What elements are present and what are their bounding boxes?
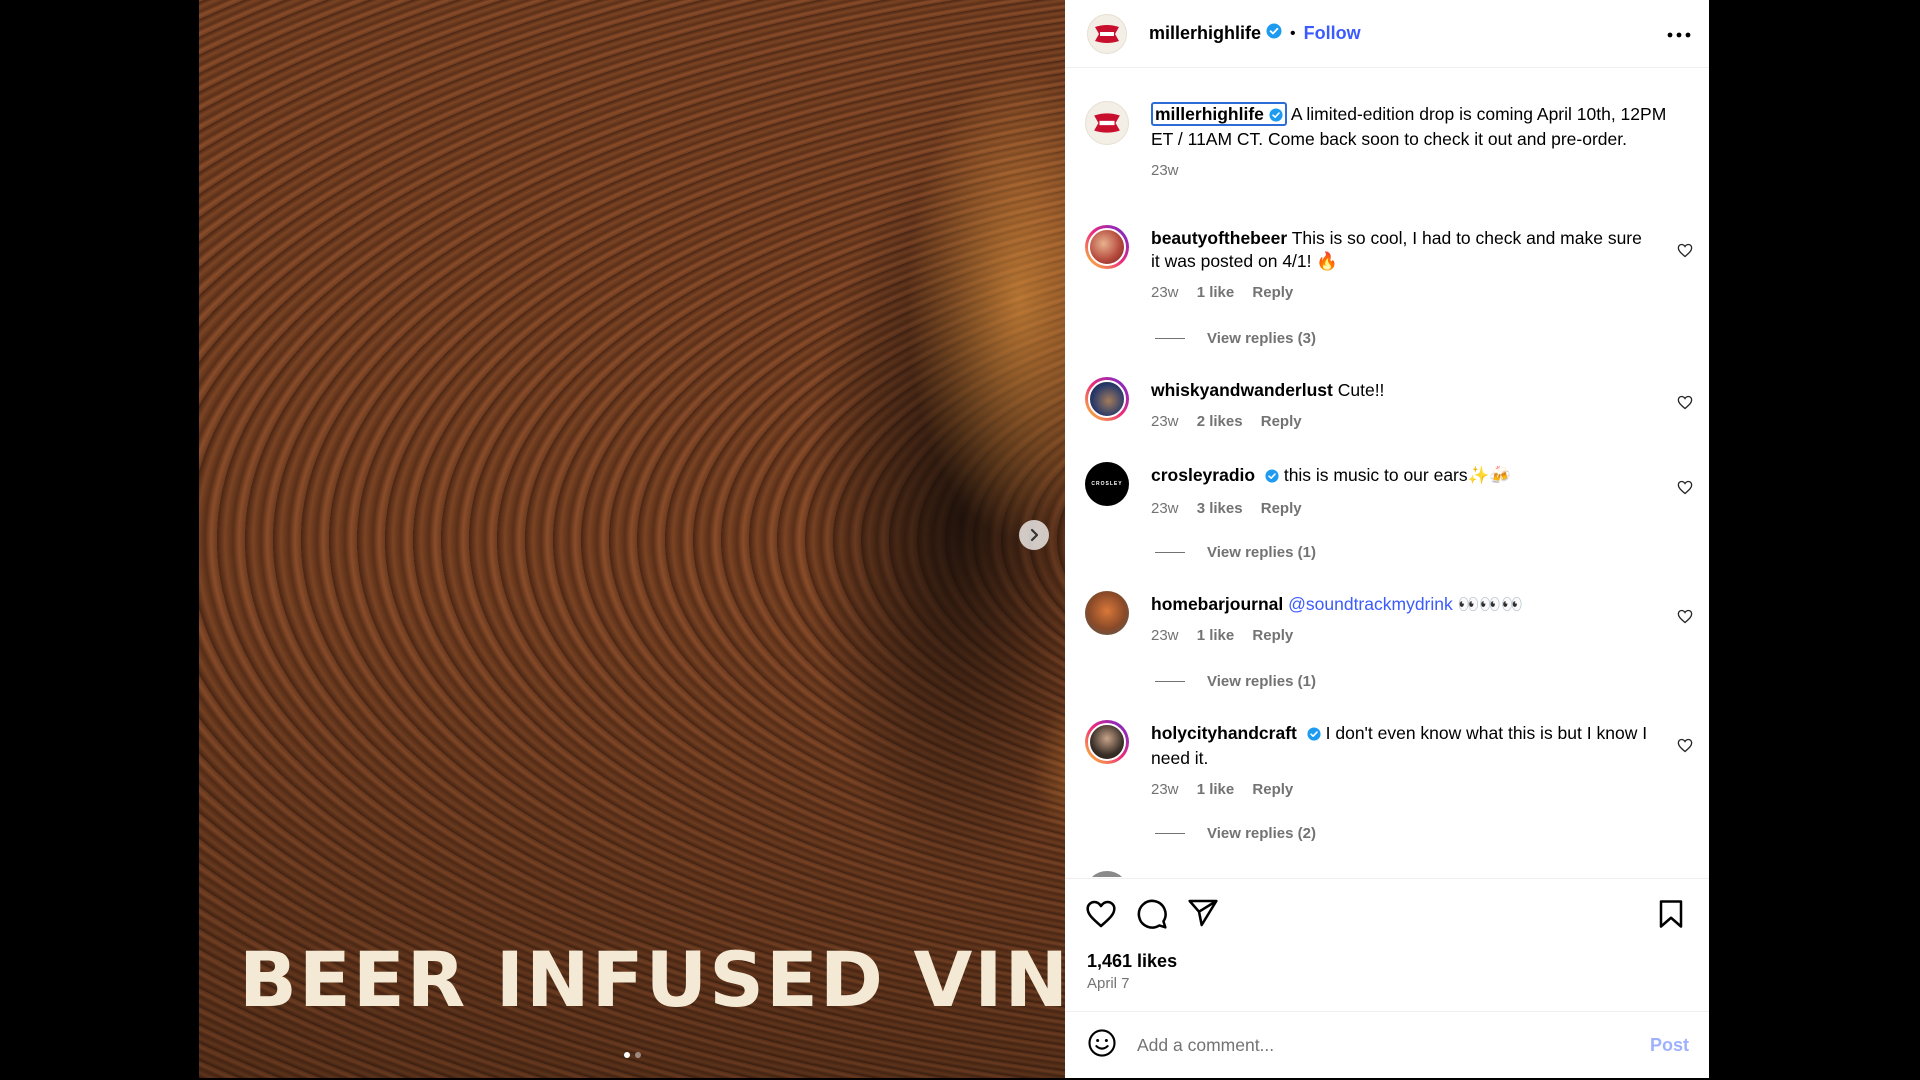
comment-text: this is music to our ears✨🍻	[1283, 465, 1512, 485]
comment-username[interactable]: homebarjournal	[1151, 594, 1283, 614]
comment-username[interactable]: beautyofthebeer	[1151, 228, 1287, 248]
slide-dot-2	[634, 1052, 641, 1058]
header-username[interactable]: millerhighlife	[1149, 23, 1261, 44]
view-replies-label: View replies (1)	[1207, 673, 1316, 690]
emoji-smiley-icon[interactable]	[1087, 1028, 1117, 1063]
post-actions-bar: 1,461 likes April 7	[1065, 878, 1709, 1011]
like-comment-heart-icon[interactable]	[1677, 609, 1693, 629]
comment-username[interactable]: crosleyradio	[1151, 465, 1255, 485]
view-replies-button[interactable]: View replies (1)	[1155, 673, 1316, 690]
comment-time: 23w	[1151, 284, 1179, 301]
post-side-panel: millerhighlife • Follow millerhighlife A…	[1065, 0, 1709, 1078]
comment-bubble-icon[interactable]	[1136, 898, 1168, 935]
reply-button[interactable]: Reply	[1252, 284, 1293, 301]
post-media[interactable]: BEER INFUSED VINYL ...	[199, 0, 1065, 1078]
header-separator: •	[1290, 24, 1296, 42]
reply-button[interactable]: Reply	[1261, 500, 1302, 517]
slide-dot-1	[623, 1052, 630, 1058]
more-options-icon[interactable]	[1667, 25, 1691, 43]
commenter-avatar[interactable]	[1085, 591, 1129, 635]
comment-input[interactable]	[1135, 1033, 1650, 1057]
post-date: April 7	[1087, 975, 1130, 992]
post-header: millerhighlife • Follow	[1065, 0, 1709, 68]
comments-list[interactable]: millerhighlife A limited-edition drop is…	[1065, 69, 1709, 877]
replies-line	[1155, 338, 1185, 339]
view-replies-button[interactable]: View replies (2)	[1155, 825, 1316, 842]
brand-logo-avatar[interactable]	[1087, 13, 1127, 54]
like-comment-heart-icon[interactable]	[1677, 395, 1693, 415]
comment-time: 23w	[1151, 781, 1179, 798]
like-heart-icon[interactable]	[1085, 899, 1117, 934]
comment-likes[interactable]: 1 like	[1197, 781, 1235, 798]
reply-button[interactable]: Reply	[1252, 781, 1293, 798]
commenter-avatar[interactable]: CROSLEY	[1085, 462, 1129, 506]
add-comment-bar: Post	[1065, 1011, 1709, 1078]
view-replies-button[interactable]: View replies (3)	[1155, 330, 1316, 347]
comment-text: 👀👀👀	[1457, 594, 1524, 614]
caption-username[interactable]: millerhighlife	[1151, 102, 1287, 126]
reply-button[interactable]: Reply	[1252, 627, 1293, 644]
commenter-avatar[interactable]	[1085, 720, 1129, 764]
comment-username[interactable]: holycityhandcraft	[1151, 723, 1297, 743]
like-comment-heart-icon[interactable]	[1677, 480, 1693, 500]
post-comment-button[interactable]: Post	[1650, 1035, 1689, 1056]
post-viewer: BEER INFUSED VINYL ... millerhighlife • …	[199, 0, 1709, 1078]
like-comment-heart-icon[interactable]	[1677, 738, 1693, 758]
reply-button[interactable]: Reply	[1261, 413, 1302, 430]
comment-likes[interactable]: 1 like	[1197, 284, 1235, 301]
commenter-avatar[interactable]	[1085, 377, 1129, 421]
view-replies-button[interactable]: View replies (1)	[1155, 544, 1316, 561]
view-replies-label: View replies (3)	[1207, 330, 1316, 347]
comment-mention-link[interactable]: @soundtrackmydrink	[1288, 594, 1453, 614]
like-count[interactable]: 1,461 likes	[1087, 951, 1177, 972]
comment-likes[interactable]: 1 like	[1197, 627, 1235, 644]
caption-avatar[interactable]	[1085, 101, 1129, 145]
replies-line	[1155, 681, 1185, 682]
comment-time: 23w	[1151, 413, 1179, 430]
share-paper-plane-icon[interactable]	[1187, 898, 1219, 933]
comment-time: 23w	[1151, 500, 1179, 517]
view-replies-label: View replies (2)	[1207, 825, 1316, 842]
comment-text: Cute!!	[1337, 380, 1385, 400]
verified-badge-icon	[1307, 724, 1321, 747]
chevron-right-icon	[1030, 528, 1039, 542]
next-slide-button[interactable]	[1019, 520, 1049, 550]
save-bookmark-icon[interactable]	[1658, 899, 1684, 934]
caption-time: 23w	[1151, 162, 1179, 179]
replies-line	[1155, 552, 1185, 553]
miller-logo-icon	[1095, 24, 1119, 43]
like-comment-heart-icon[interactable]	[1677, 243, 1693, 263]
comment-likes[interactable]: 2 likes	[1197, 413, 1243, 430]
comment-username[interactable]: whiskyandwanderlust	[1151, 380, 1333, 400]
commenter-avatar[interactable]	[1085, 225, 1129, 269]
view-replies-label: View replies (1)	[1207, 544, 1316, 561]
media-caption-text: BEER INFUSED VINYL ...	[239, 935, 1065, 1024]
follow-button[interactable]: Follow	[1304, 23, 1361, 44]
verified-badge-icon	[1266, 23, 1282, 44]
commenter-avatar[interactable]	[1085, 871, 1129, 877]
crosley-logo-text: CROSLEY	[1091, 481, 1123, 487]
miller-logo-icon	[1094, 113, 1120, 133]
comment-likes[interactable]: 3 likes	[1197, 500, 1243, 517]
verified-badge-icon	[1269, 105, 1283, 128]
verified-badge-icon	[1265, 466, 1279, 489]
comment-time: 23w	[1151, 627, 1179, 644]
slide-indicator	[199, 1052, 1065, 1058]
replies-line	[1155, 833, 1185, 834]
